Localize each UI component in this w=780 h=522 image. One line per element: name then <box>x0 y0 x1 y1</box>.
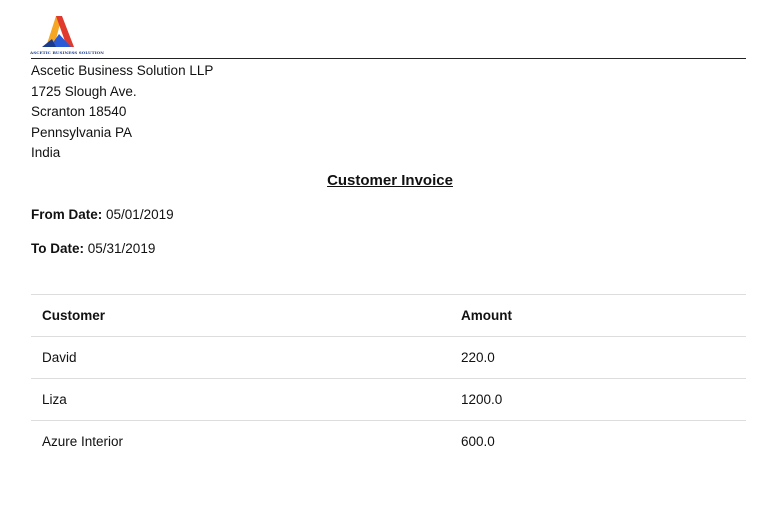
to-date: To Date: 05/31/2019 <box>31 241 155 256</box>
to-date-label: To Date: <box>31 241 84 256</box>
logo-mark-icon <box>42 16 74 47</box>
company-city-zip: Scranton 18540 <box>31 104 127 120</box>
customer-cell: Azure Interior <box>31 420 450 462</box>
amount-cell: 220.0 <box>450 336 746 379</box>
company-street: 1725 Slough Ave. <box>31 83 137 99</box>
company-name: Ascetic Business Solution LLP <box>31 63 214 78</box>
from-date-value: 05/01/2019 <box>106 207 174 222</box>
customer-cell: David <box>31 336 450 379</box>
amount-cell: 600.0 <box>450 420 746 462</box>
table-header-row: Customer Amount <box>31 294 746 337</box>
to-date-value: 05/31/2019 <box>87 241 156 256</box>
company-logo: ASCETIC BUSINESS SOLUTION <box>30 14 105 56</box>
company-state: Pennsylvania PA <box>31 124 133 140</box>
table-row: David 220.0 <box>31 336 746 379</box>
customer-column-header: Customer <box>31 294 450 337</box>
company-address: Ascetic Business Solution LLP 1725 Sloug… <box>31 61 213 164</box>
amount-column-header: Amount <box>450 294 746 337</box>
table-row: Liza 1200.0 <box>31 378 746 421</box>
table-row: Azure Interior 600.0 <box>31 420 746 462</box>
from-date: From Date: 05/01/2019 <box>31 207 174 222</box>
invoice-title: Customer Invoice <box>327 172 453 189</box>
from-date-label: From Date: <box>31 207 103 222</box>
customer-cell: Liza <box>31 378 450 421</box>
amount-cell: 1200.0 <box>450 378 746 421</box>
header-divider <box>31 58 746 59</box>
invoice-table: Customer Amount David 220.0 Liza 1200.0 … <box>31 294 746 462</box>
company-country: India <box>31 145 61 161</box>
logo-text: ASCETIC BUSINESS SOLUTION <box>30 50 105 55</box>
